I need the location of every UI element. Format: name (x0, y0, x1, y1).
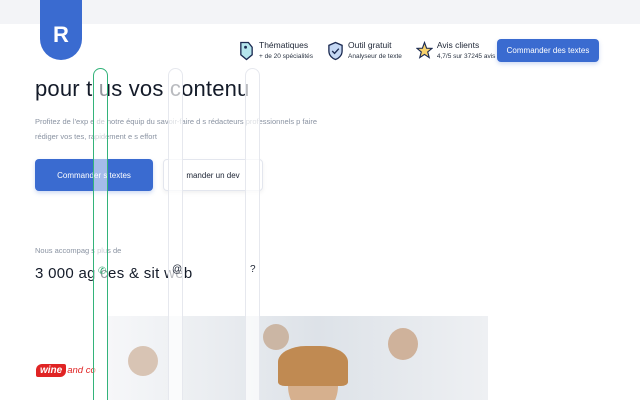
nav-subtitle: + de 20 spécialités (259, 53, 314, 60)
nav-title: Outil gratuit (348, 40, 392, 50)
nav-item-outil-gratuit[interactable]: Outil gratuit Analyseur de texte (327, 40, 402, 62)
tag-icon (240, 41, 253, 61)
brand-logo[interactable]: R (40, 0, 82, 60)
header-nav: Thématiques + de 20 spécialités Outil gr… (238, 38, 509, 64)
order-texts-hero-button[interactable]: Commander s textes (35, 159, 153, 191)
stat-headline: 3 000 ag ces & sit web (35, 265, 193, 282)
phone-icon: ✆ (98, 266, 107, 277)
hero-title: pour t us vos contenu (35, 76, 250, 101)
nav-title: Avis clients (436, 40, 480, 50)
accompany-text: Nous accompag s plus de (35, 246, 122, 255)
top-bar (0, 0, 640, 24)
star-icon (415, 40, 433, 59)
client-logo-wineandco: wine and co (36, 362, 96, 378)
nav-item-thematiques[interactable]: Thématiques + de 20 spécialités (238, 40, 313, 62)
client-logo-text: and co (67, 364, 96, 376)
question-icon: ? (250, 264, 256, 275)
request-quote-button[interactable]: mander un dev (163, 159, 263, 191)
hero-description: Profitez de l'exp e de notre équip du sa… (35, 117, 318, 141)
client-logo-badge: wine (36, 363, 67, 377)
team-photo (108, 316, 488, 400)
shield-check-icon (328, 41, 343, 61)
nav-subtitle: Analyseur de texte (348, 53, 402, 60)
order-texts-nav-button[interactable]: Commander des textes (497, 39, 599, 62)
at-sign-icon: @ (172, 264, 183, 275)
nav-item-avis-clients[interactable]: Avis clients 4,7/5 sur 37245 avis (415, 40, 496, 62)
logo-letter: R (53, 22, 69, 47)
nav-subtitle: 4,7/5 sur 37245 avis (436, 53, 496, 60)
nav-title: Thématiques (259, 40, 309, 50)
